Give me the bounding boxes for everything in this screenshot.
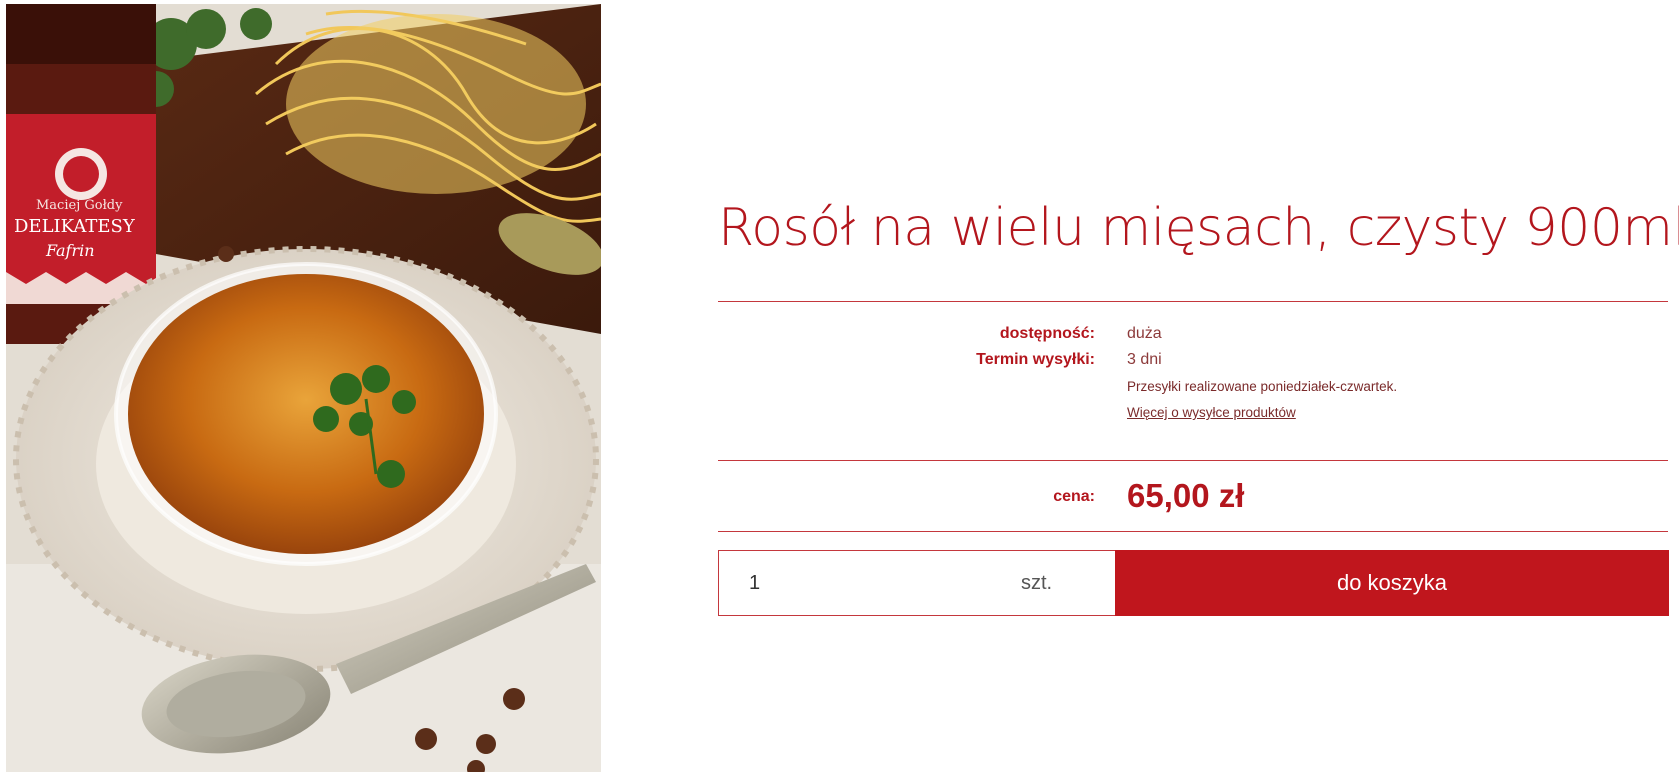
product-title: Rosół na wielu mięsach, czysty 900ml xyxy=(718,198,1679,258)
product-page: Maciej Gołdy DELIKATESY Fafrin Rosół na … xyxy=(0,0,1679,780)
svg-text:Fafrin: Fafrin xyxy=(45,241,95,260)
add-to-cart-form: szt. do koszyka xyxy=(718,550,1669,616)
availability-row: dostępność: duża xyxy=(718,322,1668,346)
jar-label-brand: DELIKATESY xyxy=(14,216,136,237)
price-label: cena: xyxy=(1053,488,1095,505)
shipping-row: Termin wysyłki: 3 dni xyxy=(718,348,1668,372)
availability-label: dostępność: xyxy=(999,325,1095,342)
svg-text:DELIKATESY: DELIKATESY xyxy=(14,216,136,237)
jar-label-top-text: Maciej Gołdy xyxy=(36,198,123,213)
price-row: cena: 65,00 zł xyxy=(718,472,1668,522)
product-info: Rosół na wielu mięsach, czysty 900ml dos… xyxy=(718,0,1679,780)
quantity-unit: szt. xyxy=(1021,572,1053,594)
divider xyxy=(718,460,1668,461)
shipping-note: Przesyłki realizowane poniedziałek-czwar… xyxy=(1127,379,1398,394)
availability-value: duża xyxy=(1127,325,1162,342)
product-photo: Maciej Gołdy DELIKATESY Fafrin xyxy=(6,4,601,772)
shipping-value: 3 dni xyxy=(1127,351,1162,368)
svg-text:Maciej Gołdy: Maciej Gołdy xyxy=(36,198,123,213)
shipping-label: Termin wysyłki: xyxy=(976,351,1095,368)
jar-label-script: Fafrin xyxy=(45,241,95,260)
price-value: 65,00 zł xyxy=(1127,477,1245,514)
quantity-input[interactable] xyxy=(719,551,1019,615)
add-to-cart-button[interactable]: do koszyka xyxy=(1115,550,1669,616)
divider xyxy=(718,301,1668,302)
shipping-info-link[interactable]: Więcej o wysyłce produktów xyxy=(1127,403,1296,423)
divider xyxy=(718,531,1668,532)
